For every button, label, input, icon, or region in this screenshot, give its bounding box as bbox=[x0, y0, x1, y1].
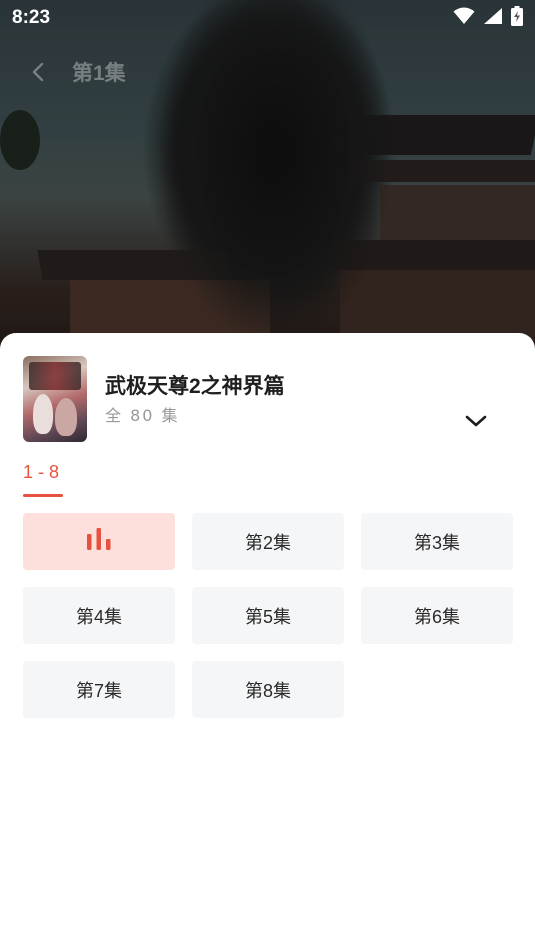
cover-figure bbox=[55, 398, 77, 436]
chevron-left-icon[interactable] bbox=[26, 60, 50, 84]
range-tab-indicator bbox=[23, 494, 63, 497]
episode-button-3[interactable]: 第3集 bbox=[361, 513, 513, 570]
drama-title: 武极天尊2之神界篇 bbox=[105, 375, 285, 398]
drama-info: 武极天尊2之神界篇 全 80 集 bbox=[23, 356, 513, 442]
cover-figure bbox=[33, 394, 53, 434]
episode-button-4[interactable]: 第4集 bbox=[23, 587, 175, 644]
range-tab-label: 1 - 8 bbox=[23, 462, 60, 482]
status-bar: 8:23 bbox=[0, 0, 535, 36]
episode-button-5[interactable]: 第5集 bbox=[192, 587, 344, 644]
episode-sheet: 武极天尊2之神界篇 全 80 集 1 - 8 第2集 第3集 第4集 第5集 第… bbox=[0, 333, 535, 951]
drama-cover-image bbox=[23, 356, 87, 442]
battery-charging-icon bbox=[511, 6, 523, 30]
episode-count: 全 80 集 bbox=[105, 406, 180, 425]
player-header: 第1集 bbox=[0, 50, 126, 94]
signal-icon bbox=[483, 7, 503, 29]
equalizer-icon bbox=[86, 528, 112, 555]
chevron-down-icon[interactable] bbox=[463, 408, 489, 434]
range-tab-1-8[interactable]: 1 - 8 bbox=[23, 462, 63, 498]
episode-button-2[interactable]: 第2集 bbox=[192, 513, 344, 570]
wifi-icon bbox=[453, 7, 475, 29]
episode-title: 第1集 bbox=[72, 62, 126, 85]
episode-button-6[interactable]: 第6集 bbox=[361, 587, 513, 644]
episode-button-1[interactable] bbox=[23, 513, 175, 570]
cover-title-art bbox=[29, 362, 81, 390]
episode-grid: 第2集 第3集 第4集 第5集 第6集 第7集 第8集 bbox=[23, 513, 513, 718]
episode-button-7[interactable]: 第7集 bbox=[23, 661, 175, 718]
episode-button-8[interactable]: 第8集 bbox=[192, 661, 344, 718]
status-time: 8:23 bbox=[12, 7, 51, 28]
status-icons bbox=[453, 6, 523, 30]
